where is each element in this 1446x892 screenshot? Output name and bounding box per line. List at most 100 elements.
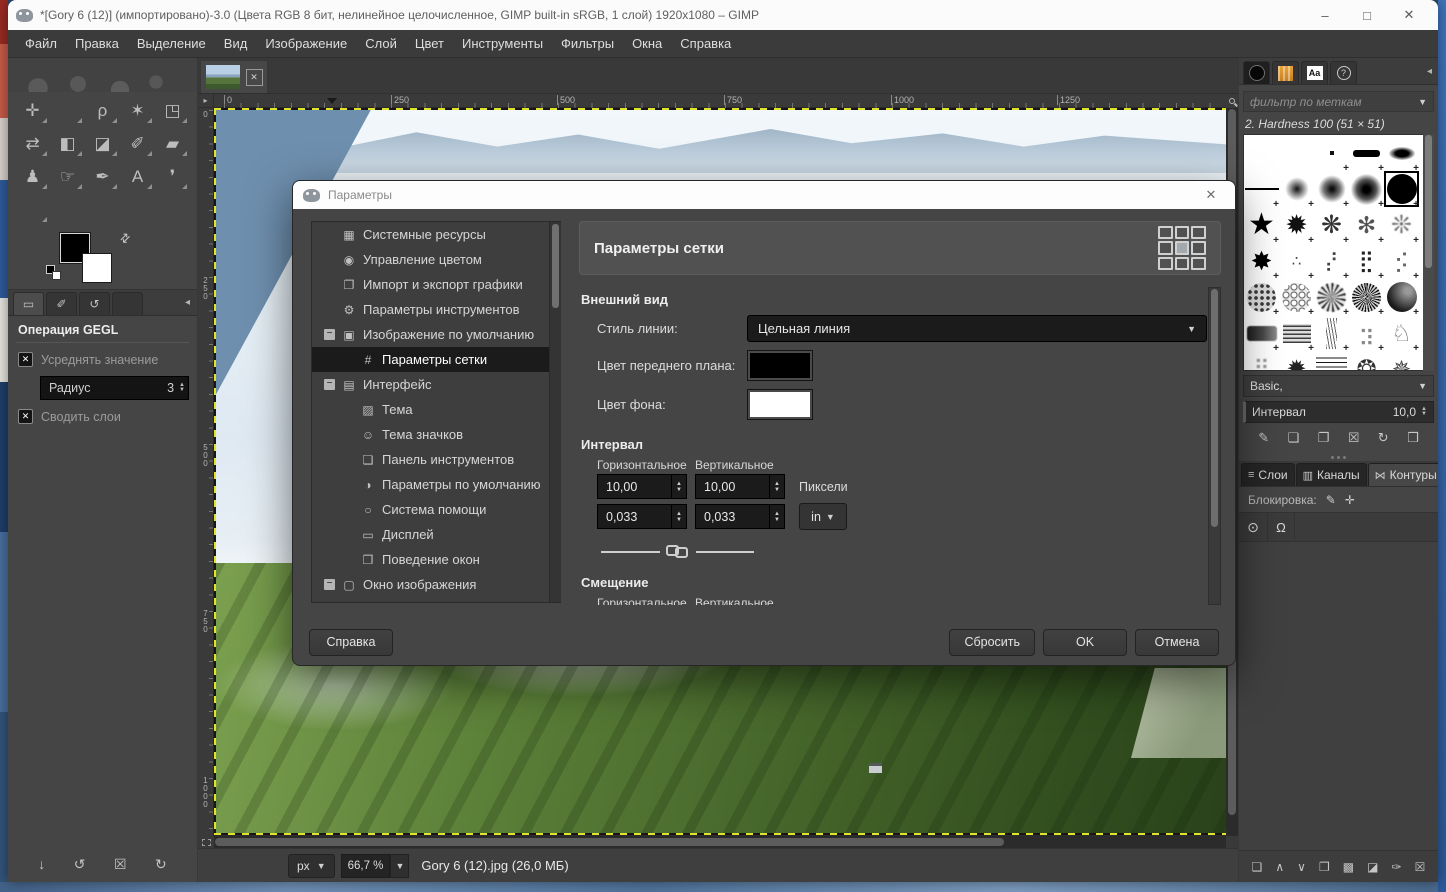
tab-fonts[interactable]: Aa [1301, 61, 1328, 84]
prefs-content-scrollbar-thumb[interactable] [1211, 289, 1218, 527]
brush-item[interactable] [1349, 351, 1384, 371]
radius-spinner[interactable]: ▲▼ [179, 383, 185, 393]
delete-path-button[interactable]: ☒ [1415, 860, 1426, 874]
quick-mask-button[interactable] [198, 836, 214, 848]
spacing-vertical-units-input[interactable]: 0,033 ▲▼ [695, 504, 785, 529]
menu-item[interactable]: Цвет [406, 32, 453, 55]
tab-brushes[interactable] [1243, 61, 1270, 84]
tab-layers[interactable]: ≡ Слои [1241, 463, 1295, 486]
prefs-item-theme[interactable]: ▨ Тема [312, 397, 560, 422]
prefs-item-default-image[interactable]: − ▣ Изображение по умолчанию [312, 322, 560, 347]
brush-item[interactable] [1384, 243, 1419, 279]
prefs-item-image-import-export[interactable]: ❐ Импорт и экспорт графики [312, 272, 560, 297]
brush-item[interactable] [1279, 279, 1314, 315]
save-tool-preset-button[interactable]: ↓ [38, 856, 45, 872]
brush-item[interactable] [1314, 135, 1349, 171]
average-checkbox[interactable]: ✕ [18, 352, 33, 367]
prefs-item-display[interactable]: ▭ Дисплей [312, 522, 560, 547]
image-thumbnail-tab[interactable] [112, 292, 143, 315]
lower-path-button[interactable]: ∨ [1297, 860, 1306, 874]
brush-item[interactable] [1244, 279, 1279, 315]
brush-item[interactable] [1279, 243, 1314, 279]
prefs-item-system-resources[interactable]: ▦ Системные ресурсы [312, 222, 560, 247]
close-button[interactable]: ✕ [1388, 7, 1430, 23]
collapse-dock-icon[interactable]: ◂ [1427, 66, 1434, 77]
cancel-button[interactable]: Отмена [1135, 629, 1219, 656]
brush-item[interactable] [1279, 207, 1314, 243]
restore-tool-preset-button[interactable]: ↺ [74, 856, 86, 873]
brush-preset-dropdown[interactable]: Basic, ▼ [1243, 375, 1434, 397]
lock-content-icon[interactable]: ✎ [1326, 493, 1336, 507]
paths-tool[interactable]: ✒ [85, 161, 120, 192]
spacing-spinner[interactable]: ▲▼ [1421, 407, 1427, 417]
selection-to-path-button[interactable]: ◪ [1367, 860, 1378, 874]
lock-position-icon[interactable]: ✛ [1345, 493, 1355, 507]
reset-button[interactable]: Сбросить [949, 629, 1035, 656]
duplicate-path-button[interactable]: ❐ [1319, 860, 1330, 874]
ok-button[interactable]: OK [1043, 629, 1127, 656]
delete-brush-button[interactable]: ☒ [1348, 430, 1360, 446]
brush-item[interactable] [1314, 351, 1349, 371]
prefs-item-partial[interactable]: ▤ [312, 597, 560, 603]
horizontal-ruler[interactable]: 025050075010001250 [214, 94, 1226, 108]
unit-dropdown[interactable]: in ▼ [799, 503, 847, 530]
smudge-tool[interactable]: ☞ [50, 161, 85, 192]
prefs-content-scrollbar[interactable] [1208, 287, 1221, 605]
flatten-checkbox[interactable]: ✕ [18, 409, 33, 424]
brush-item[interactable] [1384, 279, 1419, 315]
brush-item[interactable] [1244, 243, 1279, 279]
brush-item[interactable] [1349, 171, 1384, 207]
brush-item[interactable] [1279, 135, 1314, 171]
brush-item[interactable] [1314, 207, 1349, 243]
brush-item[interactable] [1244, 171, 1279, 207]
maximize-button[interactable]: □ [1346, 8, 1388, 23]
prefs-item-window-management[interactable]: ❒ Поведение окон [312, 547, 560, 572]
prefs-item-tool-options[interactable]: ⚙ Параметры инструментов [312, 297, 560, 322]
menu-item[interactable]: Выделение [128, 32, 215, 55]
path-thumbnail-icon[interactable]: Ω [1268, 513, 1295, 541]
zoom-follow-window-button[interactable] [1226, 94, 1238, 108]
radius-field[interactable]: Радиус 3 ▲▼ [40, 376, 189, 400]
spinner-buttons[interactable]: ▲▼ [671, 475, 686, 498]
rectangle-select-tool[interactable] [50, 95, 85, 126]
spinner-buttons[interactable]: ▲▼ [671, 505, 686, 528]
open-brush-as-image-button[interactable]: ❒ [1407, 430, 1419, 446]
tool-options-tab[interactable]: ✐ [46, 292, 77, 315]
minimize-button[interactable]: – [1304, 8, 1346, 23]
menu-item[interactable]: Изображение [256, 32, 356, 55]
ruler-origin-button[interactable]: ▸ [198, 94, 214, 108]
brush-item[interactable] [1244, 207, 1279, 243]
tab-channels[interactable]: ▥ Каналы [1296, 463, 1367, 486]
prefs-item-default-grid[interactable]: # Параметры сетки [312, 347, 560, 372]
brush-item[interactable] [1349, 279, 1384, 315]
expander-icon[interactable]: − [324, 579, 335, 590]
reset-tool-options-button[interactable]: ↻ [155, 856, 167, 873]
prefs-item-toolbox[interactable]: ❏ Панель инструментов [312, 447, 560, 472]
window-titlebar[interactable]: *[Gory 6 (12)] (импортировано)-3.0 (Цвет… [8, 0, 1438, 30]
prefs-item-dialog-defaults[interactable]: ◑ Параметры по умолчанию [312, 472, 560, 497]
clone-tool[interactable]: ♟ [15, 161, 50, 192]
line-style-dropdown[interactable]: Цельная линия ▼ [747, 315, 1207, 342]
grid-fg-color-button[interactable] [747, 350, 813, 381]
vertical-ruler[interactable]: 02505007501000 [198, 108, 214, 836]
brush-grid-scrollbar[interactable] [1423, 134, 1434, 371]
brush-item[interactable] [1384, 351, 1419, 371]
prefs-item-image-window[interactable]: − ▢ Окно изображения [312, 572, 560, 597]
chain-icon[interactable] [666, 545, 690, 558]
prefs-item-interface[interactable]: − ▤ Интерфейс [312, 372, 560, 397]
help-button[interactable]: Справка [309, 629, 393, 656]
brush-item[interactable] [1349, 207, 1384, 243]
path-list-item[interactable]: ⊙ Ω [1239, 512, 1438, 542]
brush-item[interactable] [1349, 243, 1384, 279]
brush-grid-scrollbar-thumb[interactable] [1425, 135, 1432, 268]
zoom-level-value[interactable]: 66,7 % [341, 854, 391, 878]
dock-splitter[interactable] [1239, 453, 1438, 461]
paintbrush-tool[interactable]: ✐ [120, 128, 155, 159]
brush-item[interactable] [1314, 171, 1349, 207]
brush-item[interactable] [1279, 315, 1314, 351]
brush-item[interactable] [1314, 315, 1349, 351]
color-picker-tool[interactable]: ❜ [155, 161, 190, 192]
fuzzy-select-tool[interactable]: ✶ [120, 95, 155, 126]
gradient-tool[interactable]: ◧ [50, 128, 85, 159]
brush-item[interactable] [1384, 315, 1419, 351]
